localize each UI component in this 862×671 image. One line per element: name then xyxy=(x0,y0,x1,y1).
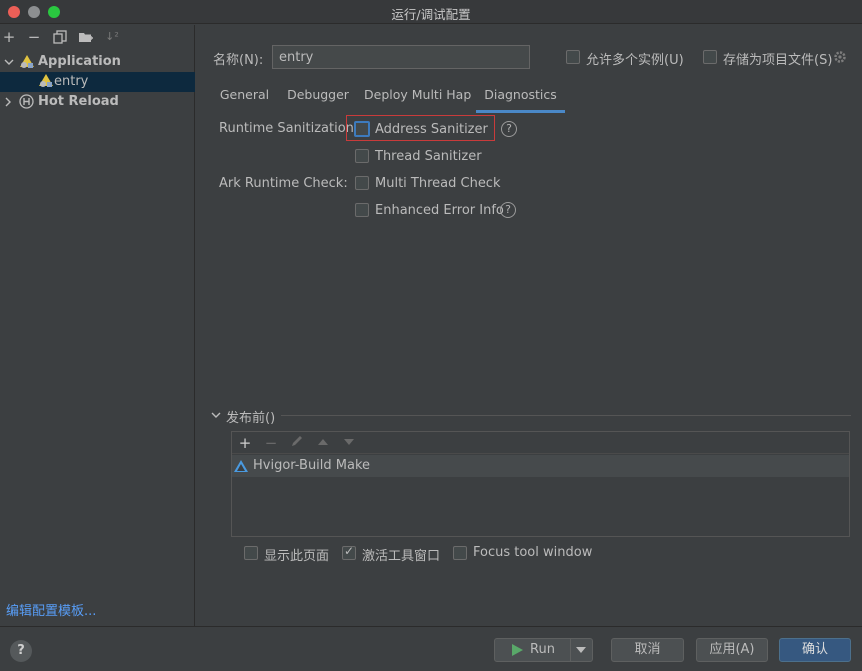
before-launch-panel: + − Hvigor-Build Make xyxy=(231,431,850,537)
triangle-up-icon xyxy=(318,439,328,445)
help-button[interactable]: ? xyxy=(10,640,32,662)
tab-diagnostics[interactable]: Diagnostics xyxy=(476,87,565,113)
move-up-button[interactable] xyxy=(314,434,332,452)
hot-reload-icon xyxy=(19,94,34,109)
multi-thread-check-checkbox[interactable] xyxy=(355,176,369,190)
gear-icon[interactable] xyxy=(833,50,847,64)
activate-tool-window-checkbox[interactable] xyxy=(342,544,356,560)
play-icon xyxy=(512,644,523,656)
tree-item-label: entry xyxy=(54,74,89,89)
new-folder-button[interactable] xyxy=(77,28,95,46)
sidebar-toolbar: + − ↓² xyxy=(0,25,195,49)
tree-item-label: Application xyxy=(38,54,121,69)
thread-sanitizer-label: Thread Sanitizer xyxy=(375,149,482,164)
dialog-footer: ? Run 取消 应用(A) 确认 xyxy=(0,626,862,671)
focus-tool-window-checkbox[interactable] xyxy=(453,546,467,560)
ark-runtime-check-label: Ark Runtime Check: xyxy=(219,176,348,191)
configuration-editor: 名称(N): 允许多个实例(U) 存储为项目文件(S) General Debu… xyxy=(196,25,862,626)
name-label: 名称(N): xyxy=(213,53,264,68)
apply-button[interactable]: 应用(A) xyxy=(696,638,768,662)
tab-label: Diagnostics xyxy=(484,87,557,102)
allow-multiple-label: 允许多个实例(U) xyxy=(586,53,684,68)
entry-icon xyxy=(39,74,53,87)
move-down-button[interactable] xyxy=(340,434,358,452)
edit-templates-link[interactable]: 编辑配置模板... xyxy=(6,600,96,619)
run-button-label: Run xyxy=(530,642,555,657)
tab-label: General xyxy=(219,87,270,102)
section-divider xyxy=(281,415,851,416)
address-sanitizer-checkbox[interactable] xyxy=(354,121,370,137)
show-page-label: 显示此页面 xyxy=(264,549,330,564)
edit-task-button[interactable] xyxy=(288,434,306,452)
enhanced-error-info-help-icon[interactable]: ? xyxy=(500,202,516,218)
multi-thread-check-label: Multi Thread Check xyxy=(375,176,501,191)
remove-task-button[interactable]: − xyxy=(262,434,280,452)
allow-multiple-checkbox[interactable] xyxy=(566,50,580,64)
cancel-button[interactable]: 取消 xyxy=(611,638,684,662)
tab-deploy-multi-hap[interactable]: Deploy Multi Hap xyxy=(364,87,472,113)
focus-tool-window-label: Focus tool window xyxy=(473,545,593,560)
chevron-down-icon[interactable] xyxy=(211,410,221,420)
folder-add-icon xyxy=(79,33,93,42)
show-page-checkbox[interactable] xyxy=(244,546,258,560)
application-icon xyxy=(20,55,34,68)
split-divider xyxy=(570,639,571,661)
triangle-down-icon xyxy=(344,439,354,445)
thread-sanitizer-checkbox[interactable] xyxy=(355,149,369,163)
copy-configuration-button[interactable] xyxy=(51,28,69,46)
store-as-project-checkbox[interactable] xyxy=(703,50,717,64)
before-launch-label: 发布前() xyxy=(226,411,276,426)
tab-label: Debugger xyxy=(287,87,349,102)
tree-item-application[interactable]: Application xyxy=(0,52,195,72)
tab-debugger[interactable]: Debugger xyxy=(286,87,350,113)
pencil-icon xyxy=(292,436,302,446)
list-item-label: Hvigor-Build Make xyxy=(253,458,371,473)
copy-icon xyxy=(53,30,67,44)
tree-item-hot-reload[interactable]: Hot Reload xyxy=(0,92,195,112)
sort-button[interactable]: ↓² xyxy=(103,28,121,46)
window-title: 运行/调试配置 xyxy=(391,7,471,22)
hvigor-icon xyxy=(234,460,248,472)
chevron-right-icon xyxy=(5,97,11,107)
address-sanitizer-help-icon[interactable]: ? xyxy=(501,121,517,137)
run-button[interactable]: Run xyxy=(494,638,593,662)
list-item[interactable]: Hvigor-Build Make xyxy=(232,455,849,477)
tab-label: Deploy Multi Hap xyxy=(364,87,472,102)
configuration-sidebar: + − ↓² Application entry Hot Reload 编辑配置… xyxy=(0,25,195,626)
enhanced-error-info-checkbox[interactable] xyxy=(355,203,369,217)
remove-configuration-button[interactable]: − xyxy=(25,28,43,46)
runtime-sanitization-label: Runtime Sanitization: xyxy=(219,121,359,136)
address-sanitizer-label: Address Sanitizer xyxy=(375,122,488,137)
ok-button[interactable]: 确认 xyxy=(779,638,851,662)
tree-item-label: Hot Reload xyxy=(38,94,119,109)
chevron-down-icon xyxy=(4,59,14,65)
tree-item-entry[interactable]: entry xyxy=(0,72,195,92)
before-launch-toolbar: + − xyxy=(232,432,849,454)
dropdown-arrow-icon[interactable] xyxy=(576,647,586,654)
activate-tool-window-label: 激活工具窗口 xyxy=(362,549,441,564)
title-bar: 运行/调试配置 xyxy=(0,0,862,24)
tab-general[interactable]: General xyxy=(216,87,273,113)
enhanced-error-info-label: Enhanced Error Info xyxy=(375,203,504,218)
name-input[interactable] xyxy=(272,45,530,69)
add-configuration-button[interactable]: + xyxy=(0,28,18,46)
store-as-project-label: 存储为项目文件(S) xyxy=(723,53,833,68)
add-task-button[interactable]: + xyxy=(236,434,254,452)
